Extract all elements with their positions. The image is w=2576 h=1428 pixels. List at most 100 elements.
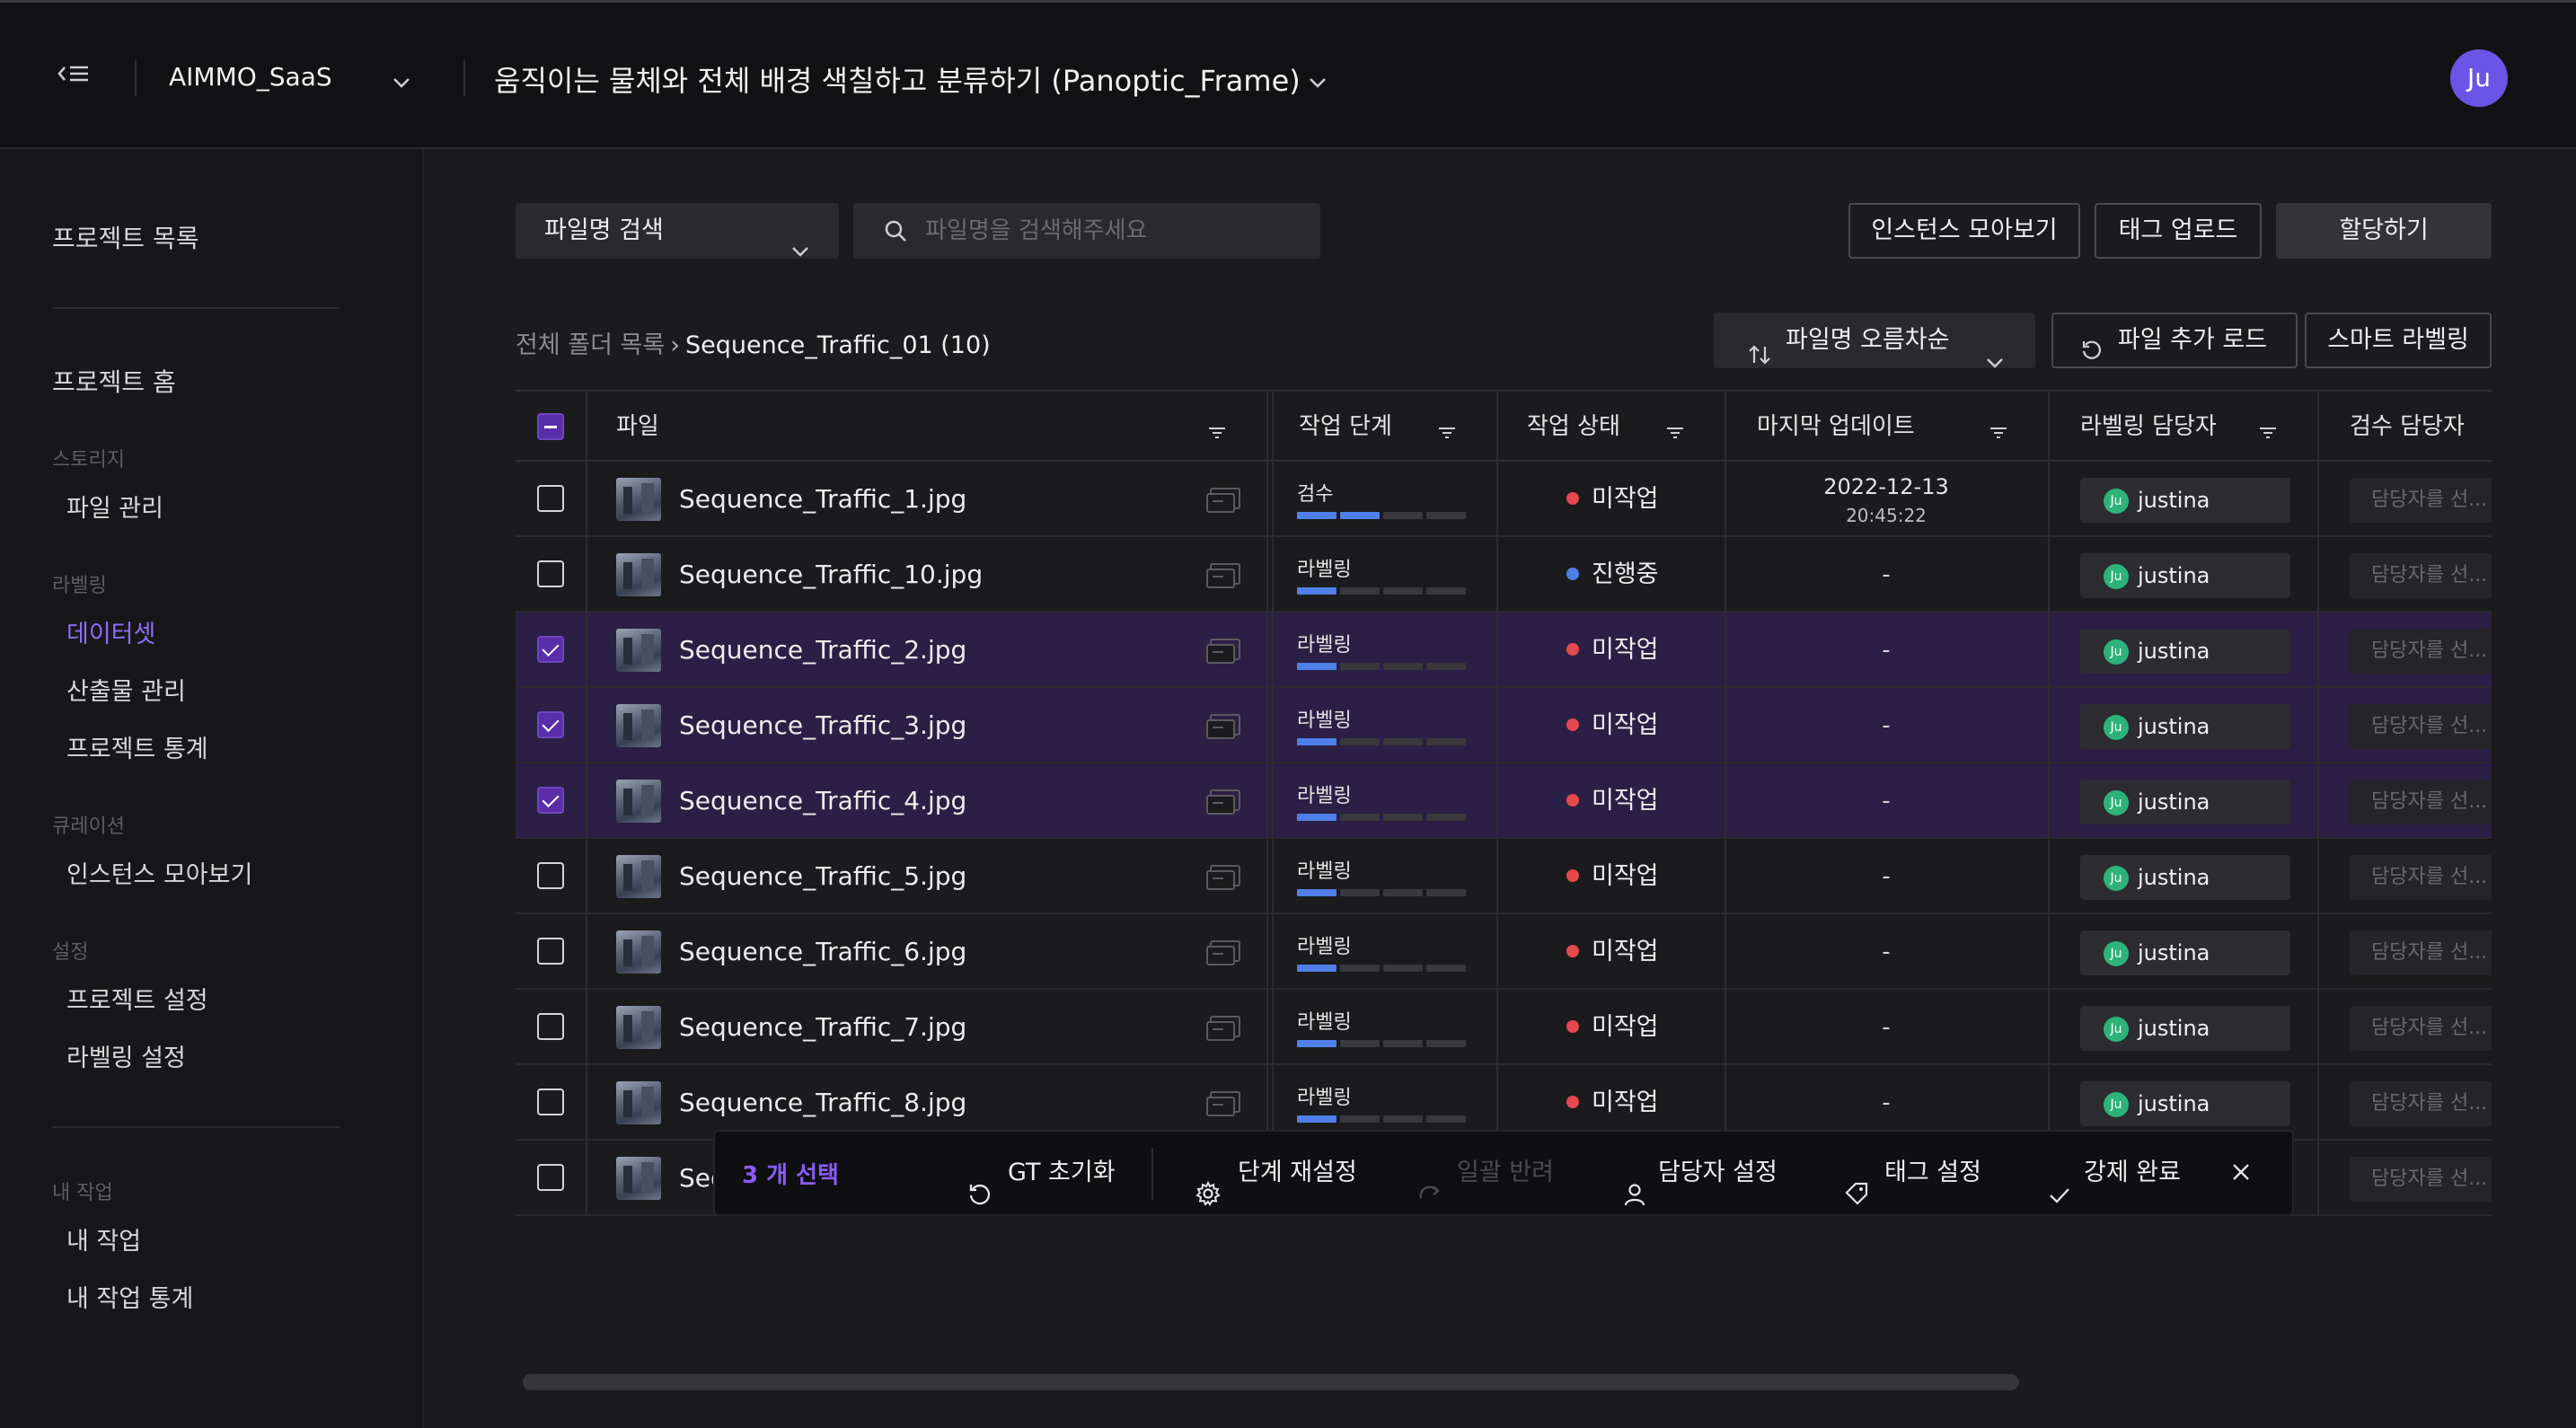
filter-icon[interactable] bbox=[2258, 419, 2278, 446]
table-row[interactable]: Sequence_Traffic_2.jpg 라벨링 미작업 - Ju justina 담당… bbox=[516, 613, 2492, 688]
file-preview-icon[interactable] bbox=[1205, 487, 1241, 520]
sidebar-item-output-management[interactable]: 산출물 관리 bbox=[66, 672, 186, 707]
row-checkbox[interactable] bbox=[537, 1013, 564, 1040]
tag-upload-button[interactable]: 태그 업로드 bbox=[2095, 203, 2262, 259]
reviewer-select[interactable]: 담당자를 선... bbox=[2350, 1006, 2492, 1051]
sidebar-item-project-stats[interactable]: 프로젝트 통계 bbox=[66, 729, 208, 764]
assign-button[interactable]: 할당하기 bbox=[2276, 203, 2492, 259]
file-preview-icon[interactable] bbox=[1205, 864, 1241, 897]
filter-icon[interactable] bbox=[1665, 419, 1685, 446]
reviewer-select[interactable]: 담당자를 선... bbox=[2350, 855, 2492, 900]
file-thumbnail[interactable] bbox=[616, 855, 661, 898]
file-name[interactable]: Sequence_Traffic_10.jpg bbox=[679, 537, 983, 613]
sidebar-item-my-tasks[interactable]: 내 작업 bbox=[66, 1221, 141, 1256]
file-preview-icon[interactable] bbox=[1205, 638, 1241, 671]
file-thumbnail[interactable] bbox=[616, 1006, 661, 1049]
sidebar-item-dataset[interactable]: 데이터셋 bbox=[66, 614, 155, 649]
file-preview-icon[interactable] bbox=[1205, 1090, 1241, 1124]
sidebar-item-labeling-settings[interactable]: 라벨링 설정 bbox=[66, 1038, 186, 1073]
labeler-chip[interactable]: Ju justina bbox=[2080, 1081, 2290, 1126]
filter-icon[interactable] bbox=[1989, 419, 2008, 446]
file-thumbnail[interactable] bbox=[616, 780, 661, 823]
row-checkbox[interactable] bbox=[537, 787, 564, 814]
file-preview-icon[interactable] bbox=[1205, 789, 1241, 822]
sidebar-item-my-task-stats[interactable]: 내 작업 통계 bbox=[66, 1279, 193, 1314]
sort-dropdown[interactable]: 파일명 오름차순 bbox=[1714, 313, 2035, 368]
chevron-down-icon[interactable] bbox=[392, 67, 411, 95]
tag-set-button[interactable]: 태그 설정 bbox=[1843, 1132, 1981, 1214]
file-preview-icon[interactable] bbox=[1205, 562, 1241, 595]
file-name[interactable]: Sequence_Traffic_5.jpg bbox=[679, 839, 966, 914]
reviewer-select[interactable]: 담당자를 선... bbox=[2350, 704, 2492, 749]
row-checkbox[interactable] bbox=[537, 862, 564, 889]
reviewer-select[interactable]: 담당자를 선... bbox=[2350, 629, 2492, 674]
sidebar-item-instance-browse[interactable]: 인스턴스 모아보기 bbox=[66, 855, 252, 890]
file-thumbnail[interactable] bbox=[616, 930, 661, 974]
file-name[interactable]: Sequence_Traffic_7.jpg bbox=[679, 990, 966, 1065]
search-input[interactable] bbox=[925, 203, 1302, 259]
file-thumbnail[interactable] bbox=[616, 1157, 661, 1200]
reviewer-select[interactable]: 담당자를 선... bbox=[2350, 1157, 2492, 1202]
table-row[interactable]: Sequence_Traffic_6.jpg 라벨링 미작업 - Ju justina 담당… bbox=[516, 914, 2492, 990]
sidebar-item-project-list[interactable]: 프로젝트 목록 bbox=[52, 219, 198, 255]
file-thumbnail[interactable] bbox=[616, 1081, 661, 1124]
row-checkbox[interactable] bbox=[537, 485, 564, 512]
file-name[interactable]: Sequence_Traffic_3.jpg bbox=[679, 688, 966, 763]
labeler-chip[interactable]: Ju justina bbox=[2080, 855, 2290, 900]
instance-browse-button[interactable]: 인스턴스 모아보기 bbox=[1848, 203, 2080, 259]
labeler-chip[interactable]: Ju justina bbox=[2080, 478, 2290, 523]
table-row[interactable]: Sequence_Traffic_10.jpg 라벨링 진행중 - Ju justina 담… bbox=[516, 537, 2492, 613]
file-name[interactable]: Sequence_Traffic_6.jpg bbox=[679, 914, 966, 990]
select-all-checkbox[interactable] bbox=[537, 413, 564, 440]
row-checkbox[interactable] bbox=[537, 711, 564, 738]
table-row[interactable]: Sequence_Traffic_3.jpg 라벨링 미작업 - Ju justina 담당… bbox=[516, 688, 2492, 763]
filter-icon[interactable] bbox=[1437, 419, 1457, 446]
labeler-chip[interactable]: Ju justina bbox=[2080, 553, 2290, 598]
file-thumbnail[interactable] bbox=[616, 478, 661, 521]
row-checkbox[interactable] bbox=[537, 636, 564, 663]
file-thumbnail[interactable] bbox=[616, 629, 661, 672]
gt-reset-button[interactable]: GT 초기화 bbox=[966, 1132, 1116, 1214]
reviewer-select[interactable]: 담당자를 선... bbox=[2350, 478, 2492, 523]
file-preview-icon[interactable] bbox=[1205, 1015, 1241, 1048]
org-name[interactable]: AIMMO_SaaS bbox=[169, 62, 332, 92]
avatar[interactable]: Ju bbox=[2450, 49, 2508, 107]
reviewer-select[interactable]: 담당자를 선... bbox=[2350, 1081, 2492, 1126]
force-complete-button[interactable]: 강제 완료 bbox=[2048, 1132, 2181, 1214]
filter-icon[interactable] bbox=[1207, 419, 1227, 446]
table-row[interactable]: Sequence_Traffic_4.jpg 라벨링 미작업 - Ju justina 담당… bbox=[516, 763, 2492, 839]
chevron-down-icon[interactable] bbox=[1308, 67, 1328, 95]
table-row[interactable]: Sequence_Traffic_1.jpg 검수 미작업 2022-12-13 20:… bbox=[516, 462, 2492, 537]
table-row[interactable]: Sequence_Traffic_7.jpg 라벨링 미작업 - Ju justina 담당… bbox=[516, 990, 2492, 1065]
horizontal-scrollbar[interactable] bbox=[523, 1374, 2019, 1390]
stage-reset-button[interactable]: 단계 재설정 bbox=[1195, 1132, 1357, 1214]
smart-labeling-button[interactable]: 스마트 라벨링 bbox=[2305, 313, 2492, 368]
file-preview-icon[interactable] bbox=[1205, 713, 1241, 746]
close-icon[interactable] bbox=[2229, 1160, 2253, 1190]
sidebar-collapse-icon[interactable] bbox=[57, 62, 99, 89]
breadcrumb-root[interactable]: 전체 폴더 목록 bbox=[516, 331, 665, 359]
file-name[interactable]: Sequence_Traffic_1.jpg bbox=[679, 462, 966, 537]
sidebar-item-project-home[interactable]: 프로젝트 홈 bbox=[52, 363, 176, 399]
row-checkbox[interactable] bbox=[537, 938, 564, 965]
table-row[interactable]: Sequence_Traffic_5.jpg 라벨링 미작업 - Ju justina 담당… bbox=[516, 839, 2492, 914]
labeler-chip[interactable]: Ju justina bbox=[2080, 1006, 2290, 1051]
file-thumbnail[interactable] bbox=[616, 553, 661, 596]
reviewer-select[interactable]: 담당자를 선... bbox=[2350, 930, 2492, 975]
file-name[interactable]: Sequence_Traffic_4.jpg bbox=[679, 763, 966, 839]
reviewer-select[interactable]: 담당자를 선... bbox=[2350, 553, 2492, 598]
file-name[interactable]: Sequence_Traffic_2.jpg bbox=[679, 613, 966, 688]
file-preview-icon[interactable] bbox=[1205, 939, 1241, 973]
load-more-button[interactable]: 파일 추가 로드 bbox=[2051, 313, 2298, 368]
sidebar-item-project-settings[interactable]: 프로젝트 설정 bbox=[66, 981, 208, 1016]
assignee-set-button[interactable]: 담당자 설정 bbox=[1622, 1132, 1778, 1214]
labeler-chip[interactable]: Ju justina bbox=[2080, 930, 2290, 975]
labeler-chip[interactable]: Ju justina bbox=[2080, 704, 2290, 749]
labeler-chip[interactable]: Ju justina bbox=[2080, 629, 2290, 674]
file-thumbnail[interactable] bbox=[616, 704, 661, 747]
row-checkbox[interactable] bbox=[537, 560, 564, 587]
project-title[interactable]: 움직이는 물체와 전체 배경 색칠하고 분류하기 (Panoptic_Frame… bbox=[494, 58, 1301, 100]
row-checkbox[interactable] bbox=[537, 1089, 564, 1115]
labeler-chip[interactable]: Ju justina bbox=[2080, 780, 2290, 824]
bulk-reject-button[interactable]: 일괄 반려 bbox=[1417, 1132, 1554, 1214]
